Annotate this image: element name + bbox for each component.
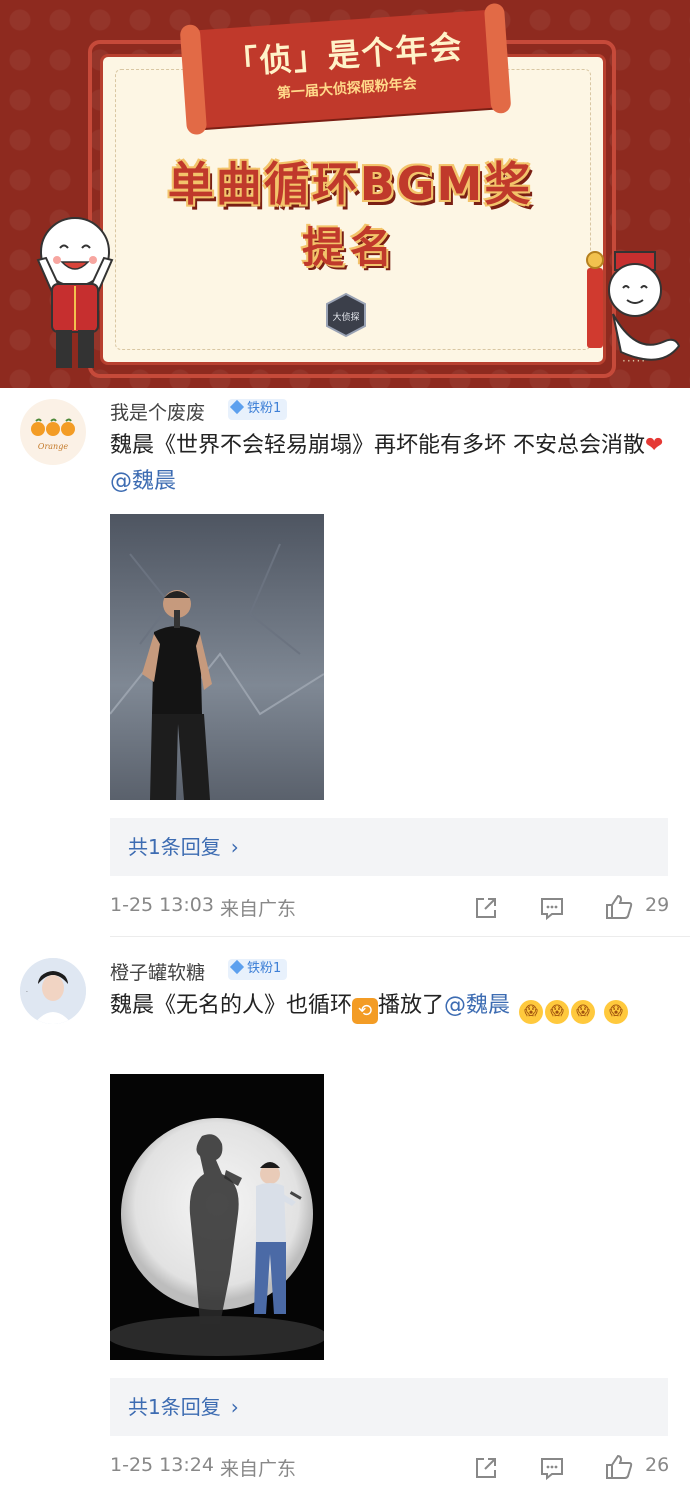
chevron-right-icon: › <box>230 835 239 859</box>
orange-avatar-icon: Orange <box>31 418 75 451</box>
comment-location: 来自广东 <box>220 1458 297 1480</box>
scream-emoji-icon: 😱 <box>571 1000 596 1024</box>
avatar[interactable]: Orange <box>20 399 86 465</box>
mascot-right-icon <box>586 251 681 361</box>
share-icon[interactable] <box>472 894 500 922</box>
scream-emoji-icon: 😱 <box>545 1000 570 1024</box>
award-banner-image: 「侦」是个年会 第一届大侦探假粉年会 单曲循环BGM奖 提名 大侦探 ····· <box>0 0 690 388</box>
reply-count-bar[interactable]: 共1条回复 › <box>110 818 668 876</box>
person-avatar-icon: · <box>20 958 86 1024</box>
comment-item: · 橙子罐软糖 铁粉1 魏晨《无名的人》也循环 ⟲ 播放了@魏晨 😱 😱 😱 😱 共1 <box>0 948 690 1493</box>
comment-time: 1-25 13:24 <box>110 1454 214 1476</box>
show-logo-icon: 大侦探 <box>326 292 366 338</box>
reply-count-bar[interactable]: 共1条回复 › <box>110 1378 668 1436</box>
svg-text:Orange: Orange <box>38 442 68 451</box>
reply-count-label: 共1条回复 <box>128 835 221 859</box>
scream-emoji-icon: 😱 <box>604 1000 629 1024</box>
svg-text:大侦探: 大侦探 <box>332 311 359 323</box>
comment-icon[interactable] <box>538 894 566 922</box>
comment-location: 来自广东 <box>220 898 297 920</box>
fan-badge: 铁粉1 <box>228 399 288 420</box>
thumbs-up-icon[interactable] <box>604 1452 634 1482</box>
like-count: 26 <box>645 1454 670 1476</box>
repeat-emoji-icon: ⟲ <box>352 998 379 1024</box>
share-icon[interactable] <box>472 1454 500 1482</box>
diamond-icon <box>229 959 245 975</box>
comment-icon[interactable] <box>538 1454 566 1482</box>
award-subtitle: 提名 <box>301 223 398 272</box>
svg-text:·: · <box>26 989 28 996</box>
mascot-left-icon <box>36 217 114 368</box>
mention-link[interactable]: @魏晨 <box>110 469 176 494</box>
comment-text: 魏晨《世界不会轻易崩塌》再坏能有多坏 不安总会消散❤@魏晨 <box>110 433 664 494</box>
fan-badge: 铁粉1 <box>228 959 288 980</box>
heart-emoji-icon: ❤ <box>645 433 664 458</box>
username[interactable]: 橙子罐软糖 <box>110 958 205 985</box>
username[interactable]: 我是个废废 <box>110 398 205 425</box>
comment-item: Orange 我是个废废 铁粉1 魏晨《世界不会轻易崩塌》再坏能有多坏 不安总会… <box>0 388 690 936</box>
scream-emoji-icon: 😱 <box>519 1000 544 1024</box>
comment-divider <box>110 936 690 937</box>
like-count: 29 <box>645 894 670 916</box>
banner-watermark: ····· <box>622 354 647 368</box>
chevron-right-icon: › <box>230 1395 239 1419</box>
comment-time: 1-25 13:03 <box>110 894 214 916</box>
comment-photo[interactable] <box>110 514 324 800</box>
avatar[interactable]: · <box>20 958 86 1024</box>
thumbs-up-icon[interactable] <box>604 892 634 922</box>
reply-count-label: 共1条回复 <box>128 1395 221 1419</box>
mention-link[interactable]: @魏晨 <box>444 993 510 1018</box>
comment-text: 魏晨《无名的人》也循环 ⟲ 播放了@魏晨 😱 😱 😱 😱 <box>110 988 675 1024</box>
award-title: 单曲循环BGM奖 <box>167 157 533 211</box>
diamond-icon <box>229 399 245 415</box>
comment-photo[interactable] <box>110 1074 324 1360</box>
